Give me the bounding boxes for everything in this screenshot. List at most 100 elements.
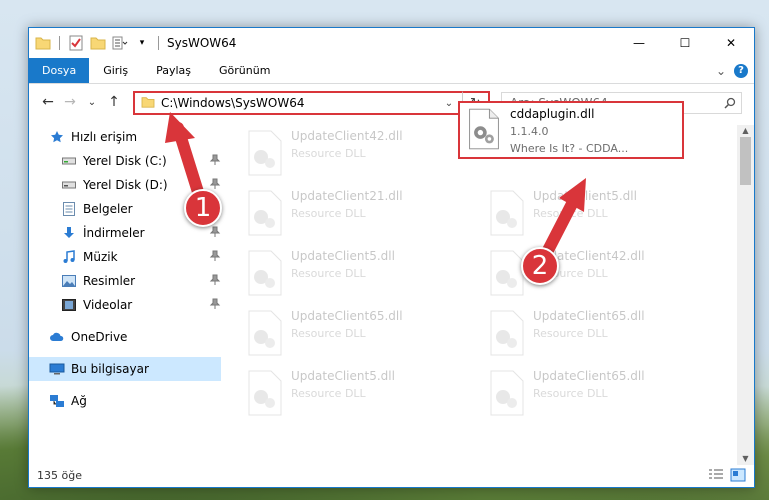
details-view-icon[interactable] xyxy=(708,468,724,482)
dll-file-icon xyxy=(490,370,524,416)
pictures-icon xyxy=(61,273,77,289)
file-version: 1.1.4.0 xyxy=(510,125,549,138)
pin-icon xyxy=(209,178,221,190)
file-tile[interactable]: UpdateClient42.dll Resource DLL xyxy=(487,249,707,309)
download-icon xyxy=(61,225,77,241)
address-dropdown-icon[interactable]: ⌄ xyxy=(438,98,460,109)
drive-icon xyxy=(61,153,77,169)
sidebar-item-label: Videolar xyxy=(83,298,133,312)
maximize-button[interactable]: ☐ xyxy=(662,28,708,58)
address-bar[interactable]: C:\Windows\SysWOW64 ⌄ xyxy=(133,91,490,115)
file-description: Resource DLL xyxy=(291,387,366,400)
expand-ribbon-icon[interactable]: ⌄ xyxy=(716,64,726,78)
star-icon xyxy=(49,129,65,145)
sidebar-item-onedrive[interactable]: OneDrive xyxy=(29,325,221,349)
folder-icon xyxy=(141,96,155,111)
pin-icon xyxy=(209,274,221,286)
dll-file-icon xyxy=(490,310,524,356)
ribbon-right: ⌄ ? xyxy=(716,58,754,83)
network-icon xyxy=(49,393,65,409)
dll-file-icon xyxy=(248,310,282,356)
scrollbar-thumb[interactable] xyxy=(740,137,751,185)
file-name: UpdateClient65.dll xyxy=(291,309,403,323)
navigation-pane: Hızlı erişim Yerel Disk (C:) Yerel Disk … xyxy=(29,125,221,465)
status-bar: 135 öğe xyxy=(29,463,754,487)
file-tile[interactable]: UpdateClient42.dll Resource DLL xyxy=(245,129,465,189)
dll-file-icon xyxy=(248,370,282,416)
large-icons-view-icon[interactable] xyxy=(730,468,746,482)
minimize-button[interactable]: — xyxy=(616,28,662,58)
file-tile[interactable]: UpdateClient65.dll Resource DLL xyxy=(487,309,707,369)
search-icon[interactable] xyxy=(719,97,741,109)
new-folder-icon[interactable] xyxy=(90,35,106,51)
sidebar-item-local-disk-c[interactable]: Yerel Disk (C:) xyxy=(29,149,221,173)
window-title: SysWOW64 xyxy=(167,36,237,50)
pin-icon xyxy=(209,226,221,238)
videos-icon xyxy=(61,297,77,313)
tab-home[interactable]: Giriş xyxy=(89,58,142,83)
file-description: Where Is It? - CDDA... xyxy=(510,142,629,155)
step-2-badge: 2 xyxy=(521,247,559,285)
file-tile[interactable]: UpdateClient21.dll Resource DLL xyxy=(245,189,465,249)
file-name: UpdateClient42.dll xyxy=(291,129,403,143)
title-separator xyxy=(158,36,159,50)
back-button[interactable]: ← xyxy=(37,91,59,113)
sidebar-item-this-pc[interactable]: Bu bilgisayar xyxy=(29,357,221,381)
file-tile[interactable]: UpdateClient5.dll Resource DLL xyxy=(245,249,465,309)
sidebar-item-label: OneDrive xyxy=(71,330,128,344)
close-button[interactable]: ✕ xyxy=(708,28,754,58)
file-name: UpdateClient5.dll xyxy=(291,369,395,383)
file-description: Resource DLL xyxy=(533,207,608,220)
up-button[interactable]: ↑ xyxy=(103,91,125,113)
sidebar-item-music[interactable]: Müzik xyxy=(29,245,221,269)
title-separator xyxy=(59,36,60,50)
scroll-up-icon[interactable]: ▲ xyxy=(737,125,754,137)
quick-access-menu-icon[interactable] xyxy=(112,35,128,51)
ribbon-tabs: Dosya Giriş Paylaş Görünüm ⌄ ? xyxy=(29,58,754,84)
dll-file-icon xyxy=(490,190,524,236)
tab-share[interactable]: Paylaş xyxy=(142,58,205,83)
documents-icon xyxy=(61,201,77,217)
sidebar-item-downloads[interactable]: İndirmeler xyxy=(29,221,221,245)
customize-toolbar-icon[interactable]: ▾ xyxy=(134,35,150,51)
file-name: UpdateClient65.dll xyxy=(533,369,645,383)
sidebar-item-videos[interactable]: Videolar xyxy=(29,293,221,317)
forward-button[interactable]: → xyxy=(59,91,81,113)
sidebar-item-label: Resimler xyxy=(83,274,136,288)
pin-icon xyxy=(209,154,221,166)
file-name: cddaplugin.dll xyxy=(510,107,595,121)
properties-icon[interactable] xyxy=(68,35,84,51)
sidebar-item-quick-access[interactable]: Hızlı erişim xyxy=(29,125,221,149)
file-description: Resource DLL xyxy=(533,327,608,340)
computer-icon xyxy=(49,361,65,377)
sidebar-item-label: Yerel Disk (D:) xyxy=(83,178,168,192)
view-switcher xyxy=(708,468,754,482)
drive-icon xyxy=(61,177,77,193)
file-tile[interactable]: UpdateClient65.dll Resource DLL xyxy=(487,369,707,429)
file-name: UpdateClient65.dll xyxy=(533,309,645,323)
dll-file-icon xyxy=(248,130,282,176)
file-tile[interactable]: UpdateClient5.dll Resource DLL xyxy=(487,189,707,249)
highlighted-file-tile[interactable]: cddaplugin.dll 1.1.4.0 Where Is It? - CD… xyxy=(458,101,684,159)
file-name: UpdateClient21.dll xyxy=(291,189,403,203)
vertical-scrollbar[interactable]: ▲ ▼ xyxy=(737,125,754,465)
help-icon[interactable]: ? xyxy=(734,63,748,78)
dll-file-icon xyxy=(248,190,282,236)
file-description: Resource DLL xyxy=(291,267,366,280)
file-name: UpdateClient5.dll xyxy=(533,189,637,203)
recent-locations-button[interactable]: ⌄ xyxy=(81,91,103,113)
address-path[interactable]: C:\Windows\SysWOW64 xyxy=(161,96,305,110)
file-description: Resource DLL xyxy=(291,327,366,340)
file-description: Resource DLL xyxy=(291,207,366,220)
file-description: Resource DLL xyxy=(533,387,608,400)
tab-file[interactable]: Dosya xyxy=(29,58,90,83)
tab-view[interactable]: Görünüm xyxy=(205,58,284,83)
sidebar-item-network[interactable]: Ağ xyxy=(29,389,221,413)
folder-icon[interactable] xyxy=(35,35,51,51)
pin-icon xyxy=(209,250,221,262)
sidebar-item-label: Belgeler xyxy=(83,202,133,216)
explorer-window: ▾ SysWOW64 — ☐ ✕ Dosya Giriş Paylaş Görü… xyxy=(28,27,755,488)
file-tile[interactable]: UpdateClient65.dll Resource DLL xyxy=(245,309,465,369)
file-tile[interactable]: UpdateClient5.dll Resource DLL xyxy=(245,369,465,429)
sidebar-item-pictures[interactable]: Resimler xyxy=(29,269,221,293)
